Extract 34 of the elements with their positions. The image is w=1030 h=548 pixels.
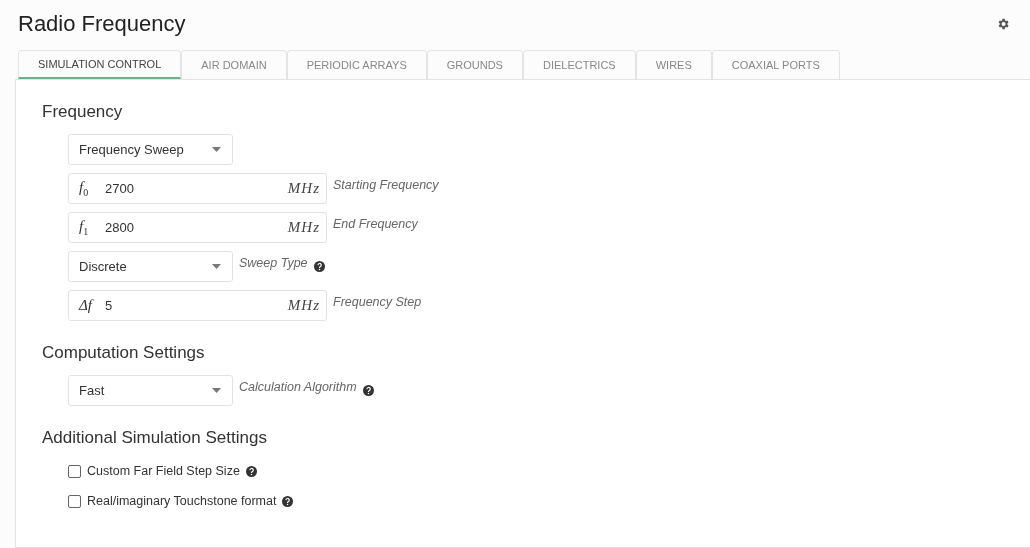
dropdown[interactable]: Frequency Sweep bbox=[68, 134, 233, 165]
tab[interactable]: PERIODIC ARRAYS bbox=[286, 50, 427, 79]
input-field[interactable]: f$_{0}$ 2700 MHz bbox=[68, 173, 327, 204]
caret-icon bbox=[212, 264, 221, 269]
settings-icon[interactable] bbox=[996, 17, 1010, 31]
checkbox-label: Custom Far Field Step Size bbox=[87, 464, 240, 478]
field-label: End Frequency bbox=[333, 216, 418, 231]
section-heading: Computation Settings bbox=[42, 343, 206, 363]
help-icon[interactable] bbox=[362, 385, 374, 396]
caret-icon bbox=[212, 388, 221, 393]
checkbox[interactable] bbox=[68, 494, 81, 508]
checkbox[interactable] bbox=[68, 464, 81, 478]
tab[interactable]: WIRES bbox=[635, 50, 712, 79]
tab[interactable]: AIR DOMAIN bbox=[181, 50, 287, 79]
field-label: Starting Frequency bbox=[333, 177, 439, 192]
field-label: Calculation Algorithm bbox=[239, 379, 357, 394]
page-title: Radio Frequency bbox=[18, 11, 186, 37]
input-field[interactable]: Δf 5 MHz bbox=[68, 290, 327, 321]
input-field[interactable]: f$_{1}$ 2800 MHz bbox=[68, 212, 327, 243]
section-heading: Frequency bbox=[42, 102, 124, 122]
caret-icon bbox=[212, 147, 221, 152]
dropdown[interactable]: Fast bbox=[68, 375, 233, 406]
tab[interactable]: COAXIAL PORTS bbox=[711, 50, 840, 79]
tab[interactable]: SIMULATION CONTROL bbox=[18, 50, 182, 79]
tab[interactable]: DIELECTRICS bbox=[522, 50, 636, 79]
tab[interactable]: GROUNDS bbox=[426, 50, 523, 79]
field-label: Frequency Step bbox=[333, 294, 422, 309]
dropdown[interactable]: Discrete bbox=[68, 251, 233, 282]
help-icon[interactable] bbox=[245, 465, 257, 477]
help-icon[interactable] bbox=[313, 261, 325, 272]
checkbox-label: Real/imaginary Touchstone format bbox=[87, 494, 277, 508]
help-icon[interactable] bbox=[282, 495, 294, 507]
section-heading: Additional Simulation Settings bbox=[42, 428, 268, 448]
field-label: Sweep Type bbox=[239, 255, 308, 270]
